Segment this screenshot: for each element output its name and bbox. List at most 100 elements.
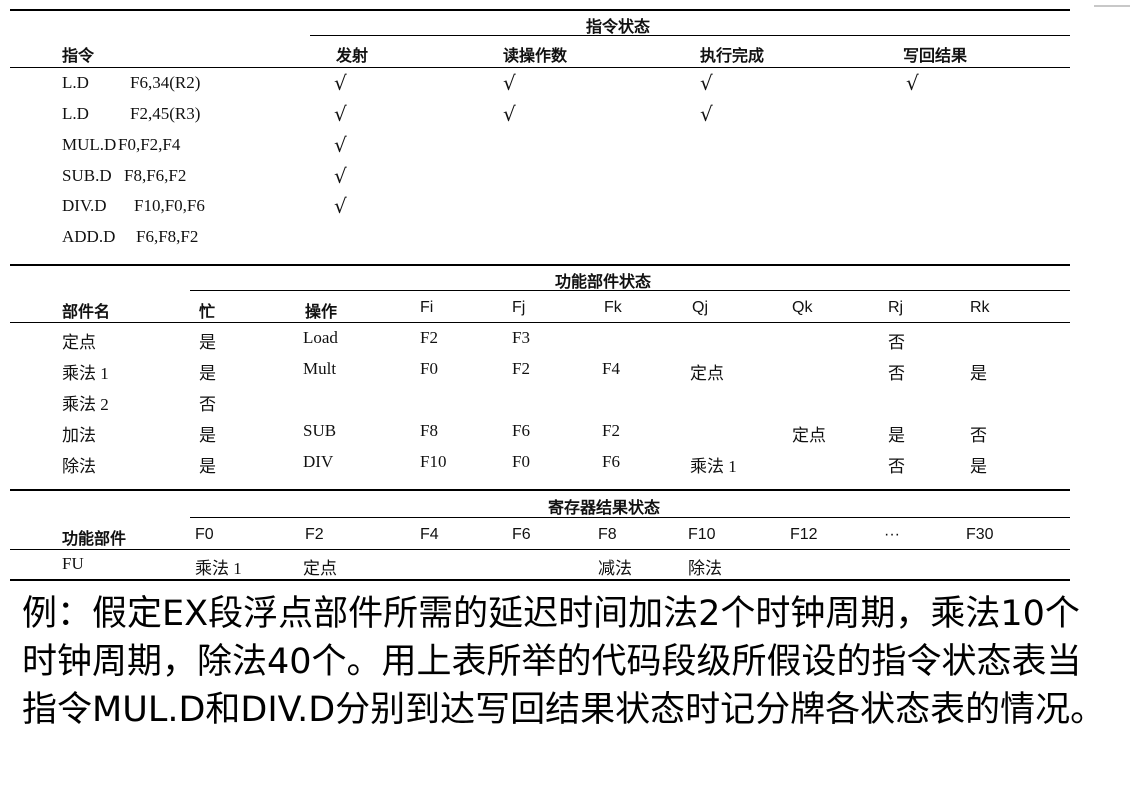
instr-args: F6,F8,F2	[136, 227, 199, 246]
group-divider	[190, 517, 1070, 518]
rj-value: 是	[888, 426, 905, 445]
instr-args: F10,F0,F6	[134, 196, 205, 215]
busy-value: 是	[199, 333, 216, 352]
col-header-fk: Fk	[604, 299, 622, 316]
col-header-f8: F8	[598, 526, 617, 543]
instr-op: ADD.D	[62, 227, 116, 246]
rk-value: 是	[970, 364, 987, 383]
fj-value: F0	[512, 452, 530, 471]
instr-args: F0,F2,F4	[118, 135, 181, 154]
instr-op: L.D	[62, 73, 89, 92]
col-header-f0: F0	[195, 526, 214, 543]
rj-value: 否	[888, 333, 905, 352]
col-header-f12: F12	[790, 526, 818, 543]
issue-check: √	[334, 71, 347, 95]
fu-f2-value: 定点	[303, 559, 337, 578]
op-value: Load	[303, 328, 338, 347]
read-check: √	[503, 71, 516, 95]
fk-value: F6	[602, 452, 620, 471]
busy-value: 是	[199, 457, 216, 476]
fj-value: F3	[512, 328, 530, 347]
col-header-ellipsis: ···	[884, 526, 900, 543]
table-top-rule	[10, 264, 1070, 266]
qk-value: 定点	[792, 426, 826, 445]
exec-check: √	[700, 71, 713, 95]
qj-value: 定点	[690, 364, 724, 383]
busy-value: 否	[199, 395, 216, 414]
col-header-fu-label: 功能部件	[62, 529, 127, 548]
col-header-busy: 忙	[199, 302, 216, 321]
rj-value: 否	[888, 457, 905, 476]
fi-value: F0	[420, 359, 438, 378]
group-divider	[190, 290, 1070, 291]
fi-value: F8	[420, 421, 438, 440]
fk-value: F4	[602, 359, 620, 378]
fj-value: F2	[512, 359, 530, 378]
issue-check: √	[334, 133, 347, 157]
slide-edge-line	[1094, 5, 1130, 7]
busy-value: 是	[199, 364, 216, 383]
col-header-qj: Qj	[692, 299, 708, 316]
op-value: SUB	[303, 421, 337, 440]
rj-value: 否	[888, 364, 905, 383]
unit-name: 乘法 1	[62, 364, 109, 383]
col-header-read-operands: 读操作数	[503, 46, 568, 65]
op-value: Mult	[303, 359, 337, 378]
issue-check: √	[334, 164, 347, 188]
col-header-unit: 部件名	[62, 302, 111, 321]
table-group-title: 功能部件状态	[555, 272, 652, 291]
read-check: √	[503, 102, 516, 126]
col-header-f30: F30	[966, 526, 994, 543]
instr-args: F2,45(R3)	[130, 104, 201, 123]
fi-value: F10	[420, 452, 447, 471]
table-group-title: 指令状态	[586, 17, 651, 36]
fu-row-label: FU	[62, 554, 84, 573]
col-header-op: 操作	[305, 302, 338, 321]
write-check: √	[906, 71, 919, 95]
exec-check: √	[700, 102, 713, 126]
instr-op: MUL.D	[62, 135, 117, 154]
col-header-f4: F4	[420, 526, 439, 543]
fk-value: F2	[602, 421, 620, 440]
issue-check: √	[334, 194, 347, 218]
instr-args: F8,F6,F2	[124, 166, 187, 185]
col-header-f6: F6	[512, 526, 531, 543]
table-top-rule	[10, 489, 1070, 491]
col-header-rk: Rk	[970, 299, 990, 316]
table-top-rule	[10, 9, 1070, 11]
instr-op: L.D	[62, 104, 89, 123]
header-rule	[10, 322, 1070, 323]
op-value: DIV	[303, 452, 334, 471]
col-header-exec-complete: 执行完成	[700, 46, 765, 65]
rk-value: 是	[970, 457, 987, 476]
instr-op: DIV.D	[62, 196, 107, 215]
unit-name: 加法	[62, 426, 96, 445]
unit-name: 乘法 2	[62, 395, 109, 414]
instr-args: F6,34(R2)	[130, 73, 201, 92]
col-header-rj: Rj	[888, 299, 904, 316]
issue-check: √	[334, 102, 347, 126]
col-header-qk: Qk	[792, 299, 813, 316]
fu-f10-value: 除法	[688, 559, 722, 578]
header-rule	[10, 67, 1070, 68]
col-header-instruction: 指令	[62, 46, 95, 65]
col-header-issue: 发射	[336, 46, 369, 65]
instr-op: SUB.D	[62, 166, 112, 185]
example-note: 例：假定EX段浮点部件所需的延迟时间加法2个时钟周期，乘法10个时钟周期，除法4…	[22, 594, 1106, 730]
col-header-fj: Fj	[512, 299, 526, 316]
fj-value: F6	[512, 421, 530, 440]
col-header-write-result: 写回结果	[903, 46, 968, 65]
unit-name: 定点	[62, 333, 96, 352]
header-rule	[10, 549, 1070, 550]
col-header-f2: F2	[305, 526, 324, 543]
fu-f0-value: 乘法 1	[195, 559, 242, 578]
col-header-fi: Fi	[420, 299, 434, 316]
group-divider	[310, 35, 1070, 36]
qj-value: 乘法 1	[690, 457, 737, 476]
table-group-title: 寄存器结果状态	[548, 498, 661, 517]
table-bottom-rule	[10, 579, 1070, 581]
fi-value: F2	[420, 328, 438, 347]
busy-value: 是	[199, 426, 216, 445]
rk-value: 否	[970, 426, 987, 445]
col-header-f10: F10	[688, 526, 716, 543]
